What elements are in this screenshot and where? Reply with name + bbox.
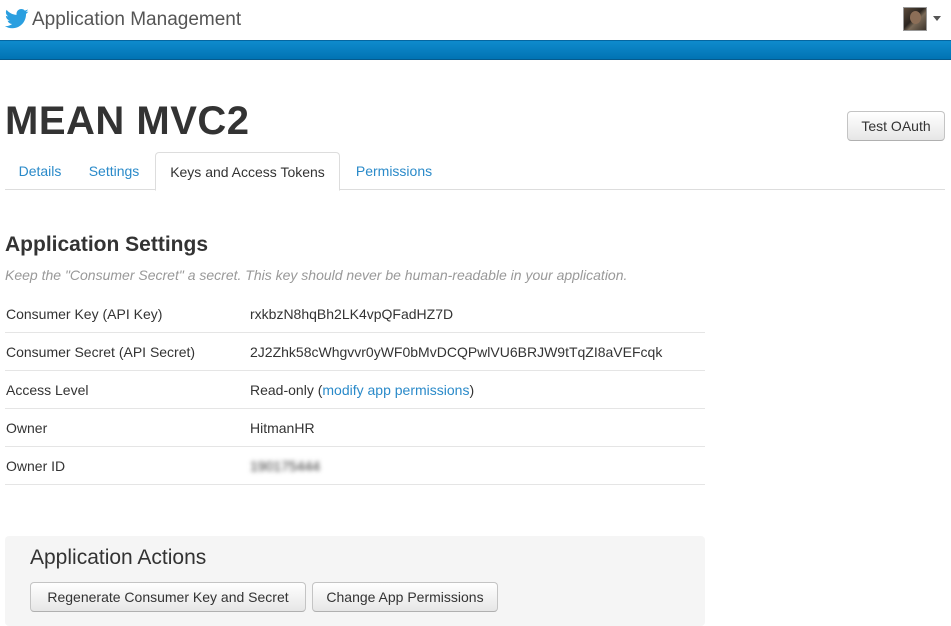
settings-table: Consumer Key (API Key) rxkbzN8hqBh2LK4vp…	[5, 295, 705, 485]
change-app-permissions-button[interactable]: Change App Permissions	[312, 582, 498, 612]
owner-id-value: 190175444	[250, 458, 321, 474]
top-header: Application Management	[0, 0, 951, 40]
access-level-label: Access Level	[6, 382, 89, 398]
application-actions-panel: Application Actions Regenerate Consumer …	[5, 536, 705, 626]
caret-down-icon[interactable]	[933, 16, 941, 21]
settings-row-consumer-key: Consumer Key (API Key) rxkbzN8hqBh2LK4vp…	[5, 295, 705, 333]
test-oauth-button[interactable]: Test OAuth	[847, 111, 945, 141]
tab-details[interactable]: Details	[5, 152, 75, 190]
page-title: MEAN MVC2	[5, 99, 250, 143]
owner-label: Owner	[6, 420, 48, 436]
app-management-title[interactable]: Application Management	[32, 9, 241, 31]
application-settings-heading: Application Settings	[5, 233, 209, 256]
user-avatar[interactable]	[903, 7, 927, 31]
twitter-bird-icon[interactable]	[5, 9, 29, 29]
consumer-key-value: rxkbzN8hqBh2LK4vpQFadHZ7D	[250, 306, 454, 322]
owner-id-label: Owner ID	[6, 458, 66, 474]
header-accent-bar	[0, 40, 951, 60]
tab-settings[interactable]: Settings	[75, 152, 153, 190]
settings-row-owner: Owner HitmanHR	[5, 409, 705, 447]
tab-bar: Details Settings Keys and Access Tokens …	[5, 152, 945, 191]
access-level-value: Read-only (modify app permissions)	[250, 371, 474, 409]
tab-keys-and-access-tokens[interactable]: Keys and Access Tokens	[155, 152, 340, 191]
settings-row-consumer-secret: Consumer Secret (API Secret) 2J2Zhk58cWh…	[5, 333, 705, 371]
application-actions-heading: Application Actions	[30, 546, 207, 569]
consumer-secret-value: 2J2Zhk58cWhgvvr0yWF0bMvDCQPwlVU6BRJW9tTq…	[250, 344, 663, 360]
owner-value: HitmanHR	[250, 420, 315, 436]
regenerate-keys-button[interactable]: Regenerate Consumer Key and Secret	[30, 582, 306, 612]
avatar-face	[910, 11, 921, 24]
settings-row-owner-id: Owner ID 190175444	[5, 447, 705, 485]
close-paren: )	[469, 382, 475, 398]
consumer-secret-label: Consumer Secret (API Secret)	[6, 344, 196, 360]
settings-row-access-level: Access Level Read-only (modify app permi…	[5, 371, 705, 409]
tab-permissions[interactable]: Permissions	[344, 152, 444, 190]
consumer-secret-note: Keep the "Consumer Secret" a secret. Thi…	[5, 267, 628, 283]
modify-app-permissions-link[interactable]: modify app permissions	[322, 382, 469, 398]
access-level-text: Read-only	[250, 382, 314, 398]
consumer-key-label: Consumer Key (API Key)	[6, 306, 163, 322]
